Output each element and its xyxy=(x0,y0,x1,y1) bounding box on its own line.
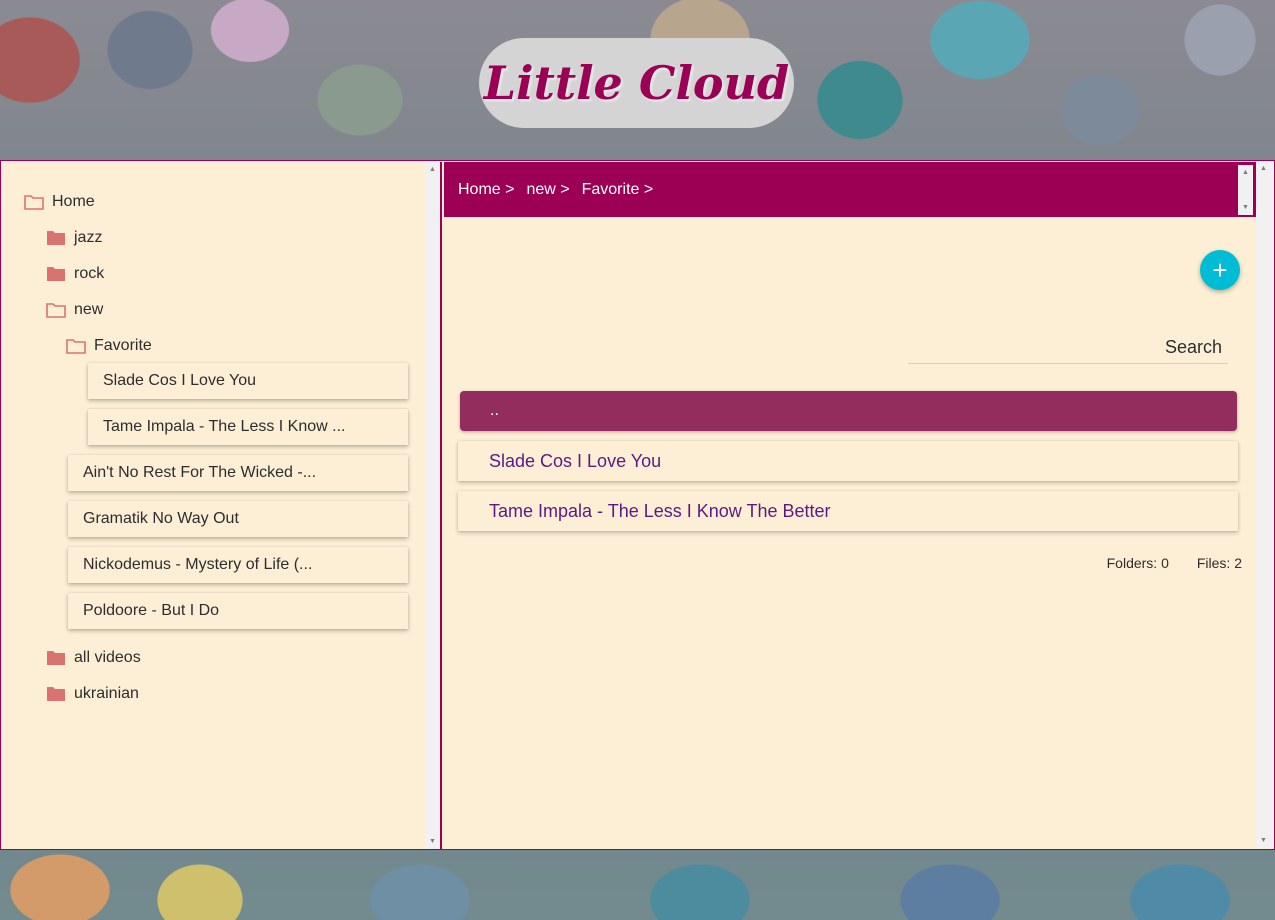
search-input[interactable] xyxy=(908,332,1158,363)
tree-file-item[interactable]: Poldoore - But I Do xyxy=(68,593,408,629)
tree-item-ukrainian[interactable]: ukrainian xyxy=(46,682,139,706)
file-link[interactable]: Tame Impala - The Less I Know The Better xyxy=(489,501,831,522)
scroll-up-icon[interactable]: ▲ xyxy=(1242,169,1249,176)
tree-item-label: Favorite xyxy=(94,337,152,354)
search-label: Search xyxy=(1164,337,1222,357)
folder-icon xyxy=(47,231,65,245)
breadcrumb-scrollbar[interactable]: ▲ ▼ xyxy=(1238,165,1253,215)
tree-scrollbar[interactable]: ▲ ▼ xyxy=(425,162,440,849)
tree-file-label: Tame Impala - The Less I Know ... xyxy=(103,418,346,435)
scroll-down-icon[interactable]: ▼ xyxy=(1260,837,1267,844)
file-link[interactable]: Slade Cos I Love You xyxy=(489,451,661,472)
header-banner: Little Cloud xyxy=(0,0,1275,160)
tree-item-label: Home xyxy=(52,193,95,210)
tree-item-new[interactable]: new xyxy=(46,298,103,322)
tree-file-label: Nickodemus - Mystery of Life (... xyxy=(83,556,313,573)
tree-item-all-videos[interactable]: all videos xyxy=(46,646,141,670)
app-window: Home jazz rock new Favorite Slade Cos I … xyxy=(0,160,1275,850)
file-row[interactable]: Slade Cos I Love You xyxy=(458,441,1238,481)
tree-item-favorite[interactable]: Favorite xyxy=(66,334,152,358)
tree-file-item[interactable]: Slade Cos I Love You xyxy=(88,363,408,399)
tree-file-label: Poldoore - But I Do xyxy=(83,602,220,619)
breadcrumb: Home > new > Favorite > ▲ ▼ xyxy=(444,162,1256,217)
breadcrumb-new[interactable]: new > xyxy=(526,181,569,199)
content-panel: Home > new > Favorite > ▲ ▼ + Search .. … xyxy=(444,162,1256,849)
tree-file-item[interactable]: Ain't No Rest For The Wicked -... xyxy=(68,455,408,491)
tree-item-label: ukrainian xyxy=(74,685,139,702)
logo[interactable]: Little Cloud xyxy=(479,38,794,128)
tree-item-label: rock xyxy=(74,265,105,282)
item-counts: Folders: 0 Files: 2 xyxy=(1107,555,1242,571)
breadcrumb-favorite[interactable]: Favorite > xyxy=(582,181,654,199)
scroll-up-icon[interactable]: ▲ xyxy=(429,166,436,173)
tree-file-label: Slade Cos I Love You xyxy=(103,372,257,389)
plus-icon: + xyxy=(1212,255,1228,285)
scroll-up-icon[interactable]: ▲ xyxy=(1260,165,1267,172)
folder-open-icon xyxy=(24,195,44,210)
scroll-down-icon[interactable]: ▼ xyxy=(429,838,436,845)
tree-item-label: new xyxy=(74,301,104,318)
tree-item-home[interactable]: Home xyxy=(24,190,95,214)
folder-icon xyxy=(47,651,65,665)
tree-file-label: Ain't No Rest For The Wicked -... xyxy=(83,464,317,481)
files-count: Files: 2 xyxy=(1196,555,1242,571)
file-row[interactable]: Tame Impala - The Less I Know The Better xyxy=(458,491,1238,531)
tree-file-label: Gramatik No Way Out xyxy=(83,510,239,527)
tree-item-jazz[interactable]: jazz xyxy=(46,226,102,250)
app-title: Little Cloud xyxy=(483,56,790,110)
breadcrumb-home[interactable]: Home > xyxy=(458,181,514,199)
scroll-down-icon[interactable]: ▼ xyxy=(1242,204,1249,211)
content-scrollbar[interactable]: ▲ ▼ xyxy=(1256,161,1273,848)
tree-item-label: all videos xyxy=(74,649,141,666)
folder-open-icon xyxy=(46,303,66,318)
folder-icon xyxy=(47,267,65,281)
folder-open-icon xyxy=(66,339,86,354)
tree-file-item[interactable]: Tame Impala - The Less I Know ... xyxy=(88,409,408,445)
parent-folder-row[interactable]: .. xyxy=(460,391,1237,431)
add-button[interactable]: + xyxy=(1200,250,1240,290)
search-field[interactable]: Search xyxy=(908,332,1228,364)
folders-count: Folders: 0 xyxy=(1106,555,1169,571)
tree-file-item[interactable]: Gramatik No Way Out xyxy=(68,501,408,537)
tree-item-label: jazz xyxy=(74,229,103,246)
tree-item-rock[interactable]: rock xyxy=(46,262,104,286)
folder-icon xyxy=(47,687,65,701)
parent-folder-label: .. xyxy=(490,402,499,419)
tree-file-item[interactable]: Nickodemus - Mystery of Life (... xyxy=(68,547,408,583)
folder-tree: Home jazz rock new Favorite Slade Cos I … xyxy=(2,162,442,849)
